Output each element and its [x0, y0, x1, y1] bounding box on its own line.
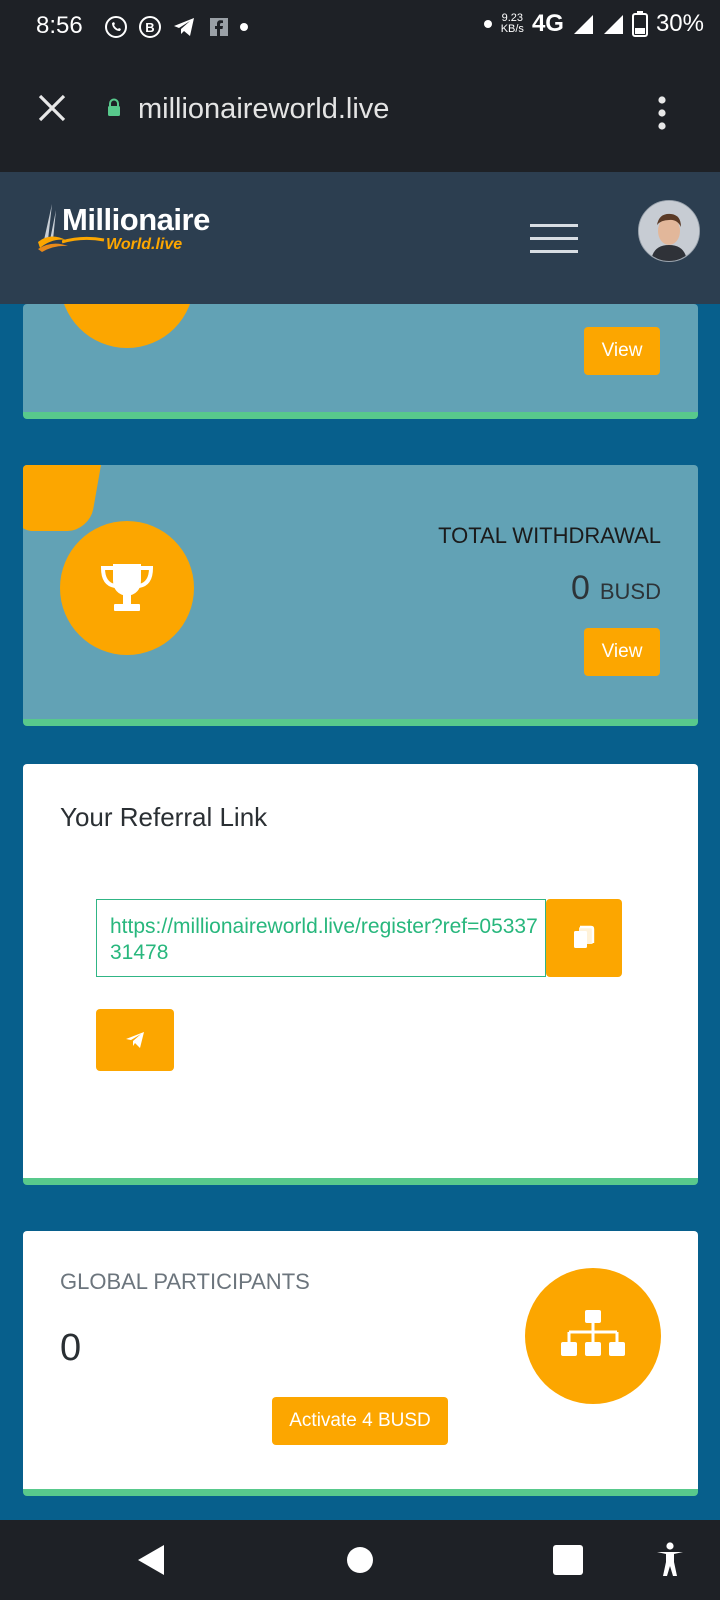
withdrawal-currency: BUSD	[599, 579, 661, 604]
withdrawal-amount: 0	[570, 569, 590, 607]
network-type: 4G	[531, 10, 564, 37]
copy-icon	[574, 925, 595, 948]
svg-text:B: B	[145, 20, 154, 35]
network-speed: 9.23 KB/s	[500, 12, 524, 35]
participants-count: 0	[60, 1327, 82, 1369]
site-header: Millionaire World.live	[0, 172, 720, 304]
recents-icon[interactable]	[553, 1545, 583, 1575]
whatsapp-icon	[104, 14, 128, 40]
telegram-icon	[126, 1032, 144, 1048]
accessibility-icon[interactable]	[655, 1542, 685, 1578]
more-vert-icon[interactable]	[658, 96, 666, 130]
withdrawal-card: TOTAL WITHDRAWAL 0 BUSD View	[23, 465, 698, 726]
browser-toolbar: millionaireworld.live	[0, 54, 720, 172]
site-logo[interactable]: Millionaire World.live	[38, 202, 218, 262]
dot-icon	[483, 20, 492, 28]
system-nav-bar	[0, 1520, 720, 1600]
network-circle	[525, 1268, 661, 1404]
top-card: View	[23, 304, 698, 419]
close-icon[interactable]	[36, 92, 68, 124]
referral-title: Your Referral Link	[60, 802, 268, 832]
status-time: 8:56	[36, 12, 83, 39]
referral-card: Your Referral Link https://millionairewo…	[23, 764, 698, 1185]
logo-text-primary: Millionaire	[62, 202, 210, 237]
activate-button[interactable]: Activate 4 BUSD	[272, 1397, 448, 1445]
status-bar: 8:56 B 9.23 KB/s 4G 30%	[0, 0, 720, 54]
whatsapp-business-icon: B	[138, 14, 162, 40]
telegram-icon	[172, 14, 196, 40]
withdrawal-view-button[interactable]: View	[584, 628, 660, 676]
home-icon[interactable]	[346, 1546, 374, 1574]
url-text[interactable]: millionaireworld.live	[138, 93, 389, 126]
avatar-portrait-icon	[639, 201, 699, 261]
card-corner-ribbon	[23, 465, 101, 531]
withdrawal-title: TOTAL WITHDRAWAL	[438, 523, 661, 548]
copy-link-button[interactable]	[546, 899, 622, 977]
view-button[interactable]: View	[584, 327, 660, 375]
trophy-circle	[60, 521, 194, 655]
telegram-share-button[interactable]	[96, 1009, 174, 1071]
battery-percent: 30%	[655, 10, 704, 37]
trophy-icon	[100, 564, 154, 611]
signal-icon	[573, 15, 593, 34]
participants-title: GLOBAL PARTICIPANTS	[60, 1269, 310, 1294]
participants-card: GLOBAL PARTICIPANTS 0 Activate 4 BUSD	[23, 1231, 698, 1496]
facebook-icon	[208, 14, 230, 40]
withdrawal-amount-row: 0 BUSD	[571, 569, 661, 608]
hamburger-menu-icon[interactable]	[530, 224, 578, 254]
dot-icon	[238, 14, 250, 40]
sitemap-icon	[561, 1310, 625, 1356]
back-icon[interactable]	[136, 1543, 166, 1577]
card-icon-circle	[60, 304, 194, 348]
referral-link-field[interactable]: https://millionaireworld.live/register?r…	[96, 899, 546, 977]
signal-icon	[603, 15, 623, 34]
lock-icon	[108, 98, 120, 116]
user-avatar[interactable]	[638, 200, 700, 262]
logo-swoosh-icon	[62, 236, 105, 244]
battery-icon	[631, 11, 648, 37]
